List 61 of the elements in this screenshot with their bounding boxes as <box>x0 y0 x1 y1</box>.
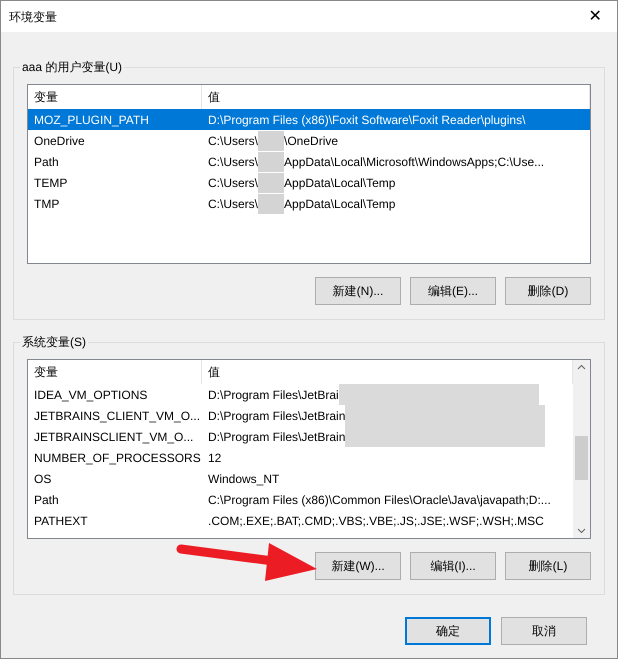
variable-value: .COM;.EXE;.BAT;.CMD;.VBS;.VBE;.JS;.JSE;.WSF;.WSH;.MSC <box>208 512 544 530</box>
scroll-down-icon[interactable] <box>577 528 586 534</box>
scrollbar[interactable] <box>573 360 590 538</box>
list-row[interactable]: MOZ_PLUGIN_PATH D:\Program Files (x86)\Foxit Software\Foxit Reader\plugins\ <box>28 109 590 130</box>
column-header[interactable]: 变量 <box>28 360 202 384</box>
list-row[interactable]: JETBRAINSCLIENT_VM_O... D:\Program Files\JetBrain <box>28 426 573 447</box>
action-button[interactable]: 删除(L) <box>505 552 591 580</box>
dialog-button[interactable]: 确定 <box>405 617 491 645</box>
variable-name: OS <box>33 470 52 488</box>
action-button[interactable]: 编辑(I)... <box>410 552 496 580</box>
variable-value: AppData\Local\Microsoft\WindowsApps;C:\Use... <box>284 154 544 170</box>
redaction-block <box>258 172 284 192</box>
redaction-block <box>258 152 284 172</box>
variable-value: AppData\Local\Temp <box>284 196 396 212</box>
variable-value: C:\Program Files (x86)\Common Files\Oracle\Java\javapath;D:... <box>208 492 551 508</box>
variable-value: D:\Program Files\JetBrain <box>208 408 346 424</box>
variable-value: D:\Program Files\JetBrain <box>208 428 346 446</box>
variable-name: TMP <box>33 196 60 212</box>
variable-name: TEMP <box>33 174 68 192</box>
list-row[interactable]: TEMP C:\Users\ AppData\Local\Temp <box>28 172 590 193</box>
list-row[interactable]: OneDrive C:\Users\ \OneDrive <box>28 130 590 151</box>
list-row[interactable]: NUMBER_OF_PROCESSORS 12 <box>28 447 573 468</box>
variable-value: 12 <box>208 450 222 466</box>
list-row[interactable]: JETBRAINS_CLIENT_VM_O... D:\Program Files\JetBrain <box>28 405 573 426</box>
group-label: aaa 的用户变量(U) <box>20 58 124 76</box>
list-row[interactable]: Path C:\Program Files (x86)\Common Files\Oracle\Java\javapath;D:... <box>28 489 573 510</box>
variable-value: \OneDrive <box>284 132 338 150</box>
variable-name: Path <box>33 492 60 508</box>
dialog-button[interactable]: 取消 <box>501 617 587 645</box>
variable-value: Windows_NT <box>208 470 280 488</box>
list-row[interactable]: OS Windows_NT <box>28 468 573 489</box>
list-row[interactable]: Path C:\Users\ AppData\Local\Microsoft\WindowsApps;C:\Use... <box>28 151 590 172</box>
group-label: 系统变量(S) <box>20 333 88 351</box>
variable-name: MOZ_PLUGIN_PATH <box>33 112 150 128</box>
redaction-block <box>258 130 284 150</box>
variable-value: C:\Users\ <box>208 132 258 150</box>
variable-value: AppData\Local\Temp <box>284 174 396 192</box>
action-button[interactable]: 删除(D) <box>505 277 591 305</box>
list-row[interactable]: TMP C:\Users\ AppData\Local\Temp <box>28 193 590 214</box>
variable-name: JETBRAINSCLIENT_VM_O... <box>33 428 194 446</box>
list-row[interactable]: PATHEXT .COM;.EXE;.BAT;.CMD;.VBS;.VBE;.JS;.JSE;.WSF;.WSH;.MSC <box>28 510 573 531</box>
variable-value: C:\Users\ <box>208 196 258 212</box>
window-title: 环境变量 <box>9 8 57 26</box>
variable-name: PATHEXT <box>33 512 89 530</box>
variable-name: Path <box>33 154 60 170</box>
action-button[interactable]: 新建(W)... <box>315 552 401 580</box>
action-button[interactable]: 新建(N)... <box>315 277 401 305</box>
scroll-up-icon[interactable] <box>577 364 586 370</box>
variable-name: JETBRAINS_CLIENT_VM_O... <box>33 408 202 424</box>
redaction-block <box>258 194 284 214</box>
variable-name: NUMBER_OF_PROCESSORS <box>33 450 202 466</box>
variable-value: C:\Users\ <box>208 154 258 170</box>
list-row[interactable]: IDEA_VM_OPTIONS D:\Program Files\JetBrai <box>28 384 573 405</box>
variable-value: D:\Program Files (x86)\Foxit Software\Foxit Reader\plugins\ <box>208 112 526 128</box>
scrollbar-thumb[interactable] <box>575 436 588 480</box>
variable-name: OneDrive <box>33 132 86 150</box>
action-button[interactable]: 编辑(E)... <box>410 277 496 305</box>
variable-value: C:\Users\ <box>208 174 258 192</box>
variable-name: IDEA_VM_OPTIONS <box>33 386 148 404</box>
close-button[interactable]: ✕ <box>573 1 617 32</box>
variable-value: D:\Program Files\JetBrai <box>208 386 339 404</box>
